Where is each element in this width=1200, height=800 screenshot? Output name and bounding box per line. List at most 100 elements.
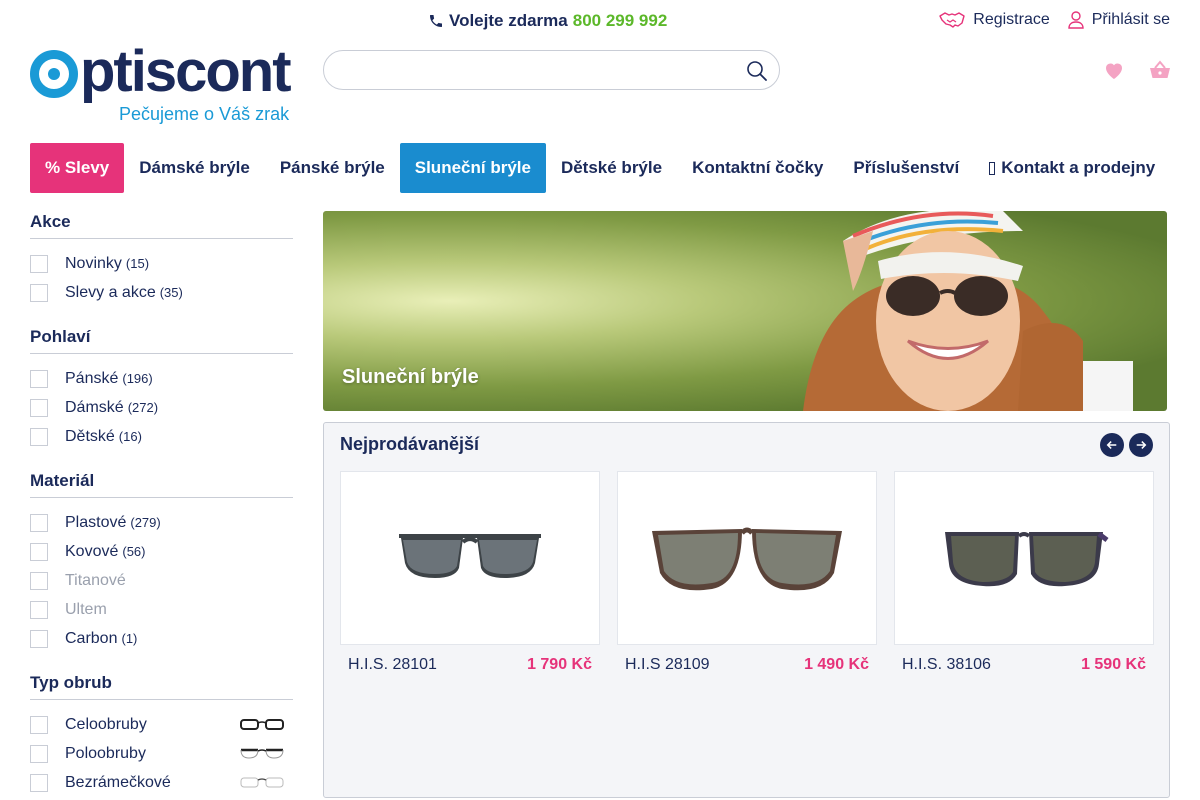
filter-sidebar: Akce Novinky (15) Slevy a akce (35) Pohlav… xyxy=(30,212,293,800)
checkbox[interactable] xyxy=(30,773,48,792)
login-link[interactable]: Přihlásit se xyxy=(1068,11,1170,29)
filter-title: Materiál xyxy=(30,471,293,498)
full-rim-frame-icon xyxy=(240,719,284,730)
filter-count: (35) xyxy=(159,285,183,300)
nav-womens-glasses[interactable]: Dámské brýle xyxy=(124,143,265,193)
product-image[interactable] xyxy=(617,471,877,645)
product-name[interactable]: H.I.S. 38106 xyxy=(902,656,991,674)
product-price: 1 590 Kč xyxy=(1081,656,1146,673)
search-icon[interactable] xyxy=(745,59,769,83)
phone-icon xyxy=(430,15,442,27)
filter-label: Pánské xyxy=(65,369,119,387)
filter-option[interactable]: Kovové (56) xyxy=(30,537,293,566)
filter-group-typ: Typ obrub Celoobruby Poloobruby Bezrámeč… xyxy=(30,673,293,797)
logo-tagline: Pečujeme o Váš zrak xyxy=(119,104,290,124)
section-title: Nejprodávanější xyxy=(340,434,480,454)
filter-label: Ultem xyxy=(65,600,107,618)
product-card[interactable]: H.I.S. 38106 1 590 Kč xyxy=(894,471,1154,674)
product-name[interactable]: H.I.S. 28101 xyxy=(348,656,437,674)
nav-accessories[interactable]: Příslušenství xyxy=(838,143,974,193)
nav-kids-glasses[interactable]: Dětské brýle xyxy=(546,143,677,193)
nav-sale[interactable]: % Slevy xyxy=(30,143,125,193)
product-price: 1 790 Kč xyxy=(527,656,592,673)
filter-option[interactable]: Bezrámečkové xyxy=(30,768,293,797)
checkbox[interactable] xyxy=(30,629,48,648)
checkbox[interactable] xyxy=(30,744,48,763)
sunglasses-image xyxy=(399,534,541,578)
filter-label: Titanové xyxy=(65,571,126,589)
search-input[interactable] xyxy=(340,51,740,89)
checkbox[interactable] xyxy=(30,369,48,388)
product-name[interactable]: H.I.S 28109 xyxy=(625,656,710,674)
checkbox[interactable] xyxy=(30,254,48,273)
checkbox[interactable] xyxy=(30,513,48,532)
product-image[interactable] xyxy=(340,471,600,645)
filter-option: Titanové xyxy=(30,566,293,595)
filter-option[interactable]: Slevy a akce (35) xyxy=(30,278,293,307)
rimless-frame-icon xyxy=(240,777,284,788)
nav-contact-stores-label: Kontakt a prodejny xyxy=(1001,158,1156,177)
hotline-label: Volejte zdarma xyxy=(449,11,568,30)
logo-o-icon xyxy=(30,50,78,98)
filter-option[interactable]: Pánské (196) xyxy=(30,364,293,393)
filter-label: Novinky xyxy=(65,254,122,272)
product-price: 1 490 Kč xyxy=(804,656,869,673)
nav-mens-glasses[interactable]: Pánské brýle xyxy=(265,143,400,193)
product-card[interactable]: H.I.S 28109 1 490 Kč xyxy=(617,471,877,674)
arrow-right-icon xyxy=(1136,441,1147,449)
filter-group-pohlavi: Pohlaví Pánské (196) Dámské (272) Dětské (1… xyxy=(30,327,293,451)
filter-option[interactable]: Carbon (1) xyxy=(30,624,293,653)
checkbox[interactable] xyxy=(30,398,48,417)
checkbox xyxy=(30,600,48,619)
filter-count: (272) xyxy=(127,400,159,415)
checkbox[interactable] xyxy=(30,427,48,446)
filter-option[interactable]: Celoobruby xyxy=(30,710,293,739)
nav-contact-lenses[interactable]: Kontaktní čočky xyxy=(677,143,838,193)
search-box xyxy=(323,50,780,90)
nav-sunglasses[interactable]: Sluneční brýle xyxy=(399,143,546,193)
filter-option[interactable]: Poloobruby xyxy=(30,739,293,768)
filter-option: Ultem xyxy=(30,595,293,624)
heart-icon[interactable] xyxy=(1102,58,1126,82)
filter-label: Dámské xyxy=(65,398,124,416)
logo-wordmark-text: ptiscont xyxy=(80,39,292,104)
banner-label: Sluneční brýle xyxy=(342,366,479,388)
filter-label: Plastové xyxy=(65,513,127,531)
register-link[interactable]: Registrace xyxy=(939,11,1050,29)
sunglasses-image xyxy=(652,527,842,591)
arrow-left-icon xyxy=(1106,441,1117,449)
carousel-next-button[interactable] xyxy=(1129,433,1153,457)
checkbox[interactable] xyxy=(30,542,48,561)
product-list: H.I.S. 28101 1 790 Kč H.I.S 28109 1 490 … xyxy=(340,471,1154,674)
product-card[interactable]: H.I.S. 28101 1 790 Kč xyxy=(340,471,600,674)
filter-label: Poloobruby xyxy=(65,744,146,762)
logo-wordmark: ptiscont xyxy=(30,42,295,102)
bestsellers-section: Nejprodávanější H.I.S. 28101 1 790 Kč H.… xyxy=(323,422,1170,798)
top-bar: Volejte zdarma 800 299 992 Registrace Př… xyxy=(0,0,1200,42)
filter-option[interactable]: Novinky (15) xyxy=(30,249,293,278)
filter-count: (15) xyxy=(125,256,150,271)
carousel-prev-button[interactable] xyxy=(1100,433,1124,457)
filter-count: (279) xyxy=(130,515,161,530)
hotline[interactable]: Volejte zdarma 800 299 992 xyxy=(428,11,667,31)
filter-option[interactable]: Plastové (279) xyxy=(30,508,293,537)
hotline-number[interactable]: 800 299 992 xyxy=(573,11,668,31)
sunglasses-image xyxy=(945,532,1109,587)
filter-label: Carbon xyxy=(65,629,118,647)
store-icon xyxy=(989,161,996,175)
checkbox xyxy=(30,571,48,590)
logo[interactable]: ptiscont Pečujeme o Váš zrak xyxy=(30,42,295,126)
checkbox[interactable] xyxy=(30,715,48,734)
checkbox[interactable] xyxy=(30,283,48,302)
product-image[interactable] xyxy=(894,471,1154,645)
handshake-icon xyxy=(939,12,965,28)
filter-option[interactable]: Dětské (16) xyxy=(30,422,293,451)
filter-label: Celoobruby xyxy=(65,715,147,733)
filter-label: Bezrámečkové xyxy=(65,773,171,791)
basket-icon[interactable] xyxy=(1148,58,1172,82)
login-label: Přihlásit se xyxy=(1091,11,1170,28)
filter-option[interactable]: Dámské (272) xyxy=(30,393,293,422)
filter-label: Slevy a akce xyxy=(65,283,156,301)
filter-count: (1) xyxy=(121,631,138,646)
nav-contact-stores[interactable]: Kontakt a prodejny xyxy=(974,143,1170,193)
